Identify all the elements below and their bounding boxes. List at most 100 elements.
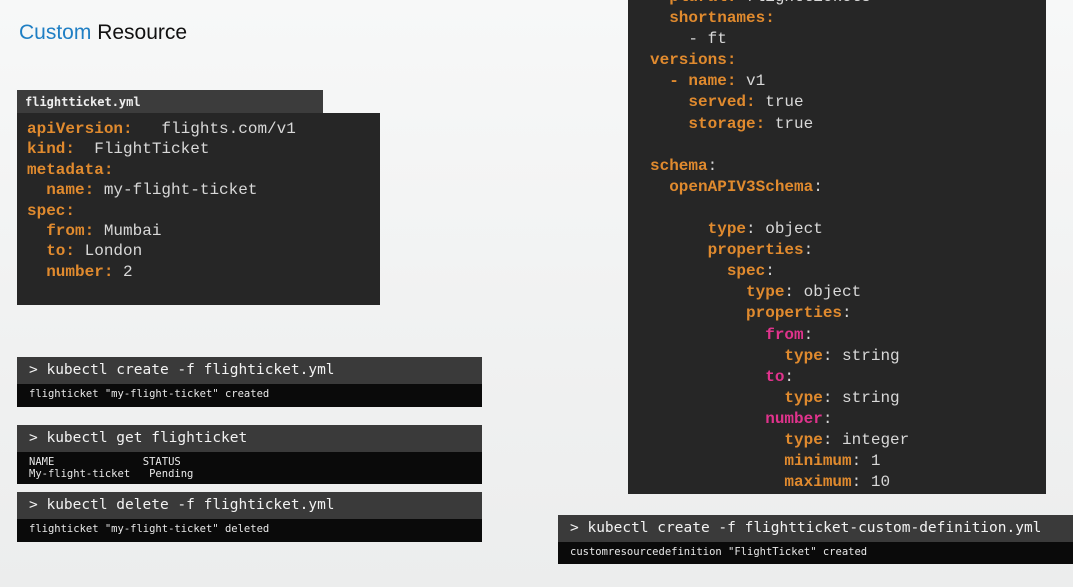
crd-terminal-command: > kubectl create -f flightticket-custom-… (558, 515, 1073, 542)
file-tab[interactable]: flightticket.yml (17, 90, 323, 114)
yaml-key: type (784, 346, 823, 365)
yaml-line: kind: FlightTicket (27, 139, 380, 159)
yaml-key: to (765, 367, 785, 386)
terminal-command: > kubectl delete -f flighticket.yml (17, 492, 482, 519)
yaml-key: spec: (27, 201, 76, 220)
yaml-line: spec: (650, 261, 1046, 282)
yaml-line: openAPIV3Schema: (650, 177, 1046, 198)
yaml-key: maximum (784, 473, 852, 492)
yaml-line: type: integer (650, 430, 1046, 451)
yaml-key: apiVersion: (27, 120, 133, 138)
yaml-indent (650, 93, 688, 111)
yaml-indent (650, 9, 669, 27)
yaml-key: - name: (669, 72, 737, 91)
flightticket-yaml: apiVersion: flights.com/v1 kind: FlightTi… (17, 113, 380, 305)
yaml-line: type: string (650, 388, 1046, 409)
yaml-line: type: object (650, 219, 1046, 240)
yaml-value: London (75, 242, 143, 261)
yaml-line: type: object (650, 282, 1046, 303)
yaml-indent (650, 30, 688, 48)
yaml-key: number (765, 409, 823, 428)
yaml-key: properties (707, 241, 804, 260)
yaml-line: maximum: 10 (650, 472, 1046, 493)
yaml-line: apiVersion: flights.com/v1 (27, 119, 380, 139)
yaml-value: : (765, 262, 775, 281)
yaml-value: : (803, 325, 814, 344)
yaml-value: true (765, 114, 814, 133)
yaml-value: v1 (736, 72, 766, 91)
yaml-value: FlightTicket (75, 140, 210, 159)
yaml-line: - ft (650, 29, 1046, 50)
yaml-indent (650, 431, 784, 449)
yaml-line (650, 135, 1046, 156)
yaml-indent (650, 262, 727, 280)
yaml-indent (650, 304, 746, 322)
yaml-line: properties: (650, 240, 1046, 261)
yaml-value: : (707, 156, 718, 175)
yaml-value: : 10 (851, 473, 891, 492)
yaml-line: type: string (650, 346, 1046, 367)
yaml-key: to: (27, 242, 76, 261)
yaml-indent (650, 241, 708, 259)
yaml-value: true (755, 93, 804, 112)
yaml-line: spec: (27, 201, 380, 221)
yaml-key: properties (746, 304, 843, 323)
title-rest: Resource (91, 21, 188, 44)
yaml-key: number: (27, 262, 114, 281)
yaml-value: flights.com/v1 (132, 120, 296, 138)
yaml-line: schema: (650, 156, 1046, 177)
yaml-line: number: (650, 409, 1046, 430)
yaml-key: versions: (650, 51, 737, 70)
yaml-indent (650, 389, 784, 407)
yaml-indent (650, 178, 669, 196)
yaml-indent (650, 452, 784, 470)
yaml-value: my-flight-ticket (94, 181, 258, 200)
yaml-value: : (822, 409, 833, 428)
yaml-value: flighttickets (736, 0, 871, 6)
yaml-value: : (803, 241, 814, 260)
yaml-key: from: (27, 222, 95, 241)
yaml-line: to: (650, 367, 1046, 388)
yaml-value: : object (746, 220, 823, 239)
yaml-line: storage: true (650, 114, 1046, 135)
yaml-indent (650, 410, 765, 428)
yaml-key: spec (726, 262, 766, 281)
yaml-key: type (784, 388, 823, 407)
yaml-line: served: true (650, 92, 1046, 113)
yaml-key: minimum (784, 452, 852, 471)
yaml-key: type (784, 430, 823, 449)
yaml-line: from: (650, 325, 1046, 346)
terminal-output: flighticket "my-flight-ticket" created (17, 384, 482, 407)
yaml-value: : (842, 304, 852, 323)
yaml-value: : (813, 177, 823, 196)
terminal-command: > kubectl create -f flighticket.yml (17, 357, 482, 384)
yaml-key: shortnames: (669, 9, 775, 28)
yaml-line: shortnames: (650, 8, 1046, 29)
crd-yaml: plural: flighttickets shortnames: - ft ve… (628, 0, 1046, 494)
yaml-value: Mumbai (94, 222, 162, 241)
yaml-key: served: (688, 93, 756, 112)
yaml-indent (650, 326, 765, 344)
yaml-value: : integer (822, 430, 910, 449)
yaml-indent (650, 283, 746, 301)
yaml-line: properties: (650, 303, 1046, 324)
yaml-indent (650, 115, 688, 133)
yaml-key: kind: (27, 140, 76, 159)
slide-title: Custom Resource (19, 21, 187, 45)
yaml-indent (650, 347, 784, 365)
yaml-key: metadata: (27, 160, 114, 179)
yaml-indent (650, 0, 669, 6)
yaml-line: from: Mumbai (27, 221, 380, 241)
crd-terminal-output: customresourcedefinition "FlightTicket" … (558, 542, 1073, 564)
yaml-line (650, 198, 1046, 219)
yaml-key: name: (27, 181, 95, 200)
yaml-value: : (784, 367, 795, 386)
yaml-indent (650, 368, 765, 386)
yaml-line: name: my-flight-ticket (27, 180, 380, 200)
yaml-value: - ft (688, 30, 727, 49)
yaml-line: - name: v1 (650, 71, 1046, 92)
yaml-key: schema (650, 156, 708, 175)
yaml-key: type (707, 220, 747, 239)
yaml-value: : string (822, 388, 900, 407)
yaml-key: storage: (688, 114, 766, 133)
